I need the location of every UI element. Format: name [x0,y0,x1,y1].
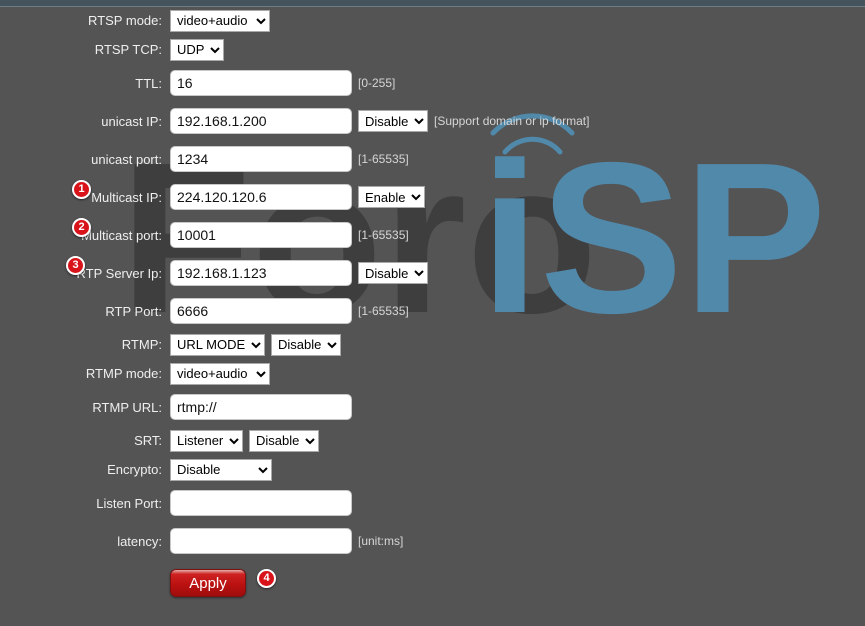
select-rtsp-tcp[interactable]: UDP [170,38,224,61]
select-rtsp-mode[interactable]: video+audio [170,9,270,32]
hint-unicast-ip: [Support domain or ip format] [434,114,590,128]
label-rtmp: RTMP: [121,337,162,352]
label-encrypto: Encrypto: [107,462,162,477]
label-rtp-server-ip: RTP Server Ip: [76,265,163,281]
stream-settings-form: RTSP mode: video+audio RTSP TCP: UDP TTL… [0,6,865,606]
label-unicast-port: unicast port: [91,151,162,167]
label-ttl: TTL: [135,75,162,91]
callout-marker-3: 3 [66,256,85,275]
row-apply: Apply [0,560,865,606]
label-rtsp-mode: RTSP mode: [88,13,162,28]
label-srt: SRT: [134,433,162,448]
select-unicast-ip-enable[interactable]: Disable [358,110,428,132]
select-srt-enable[interactable]: Disable [249,429,319,452]
label-rtsp-tcp: RTSP TCP: [94,42,162,57]
row-multicast-port: Multicast port: [1-65535] [0,216,865,254]
input-latency[interactable] [170,528,352,554]
row-latency: latency: [unit:ms] [0,522,865,560]
hint-ttl: [0-255] [358,76,396,90]
label-latency: latency: [117,533,162,549]
hint-multicast-port: [1-65535] [358,228,409,242]
select-rtmp-mode[interactable]: video+audio [170,362,270,385]
row-encrypto: Encrypto: Disable [0,455,865,484]
row-multicast-ip: Multicast IP: Enable [0,178,865,216]
input-multicast-port[interactable] [170,222,352,248]
select-srt-mode[interactable]: Listener [170,429,243,452]
top-accent-bar [0,0,865,7]
input-rtmp-url[interactable] [170,394,352,420]
row-rtmp-url: RTMP URL: [0,388,865,426]
row-rtmp: RTMP: URL MODE Disable [0,330,865,359]
input-rtp-server-ip[interactable] [170,260,352,286]
callout-marker-2: 2 [72,218,91,237]
hint-rtp-port: [1-65535] [358,304,409,318]
input-unicast-port[interactable] [170,146,352,172]
apply-button[interactable]: Apply [170,569,246,597]
select-rtmp-enable[interactable]: Disable [271,333,341,356]
row-srt: SRT: Listener Disable [0,426,865,455]
select-rtmp-url-mode[interactable]: URL MODE [170,333,265,356]
hint-unicast-port: [1-65535] [358,152,409,166]
row-ttl: TTL: [0-255] [0,64,865,102]
row-listen-port: Listen Port: [0,484,865,522]
row-unicast-port: unicast port: [1-65535] [0,140,865,178]
row-rtsp-mode: RTSP mode: video+audio [0,6,865,35]
row-rtp-port: RTP Port: [1-65535] [0,292,865,330]
input-ttl[interactable] [170,70,352,96]
hint-latency: [unit:ms] [358,534,404,548]
row-rtmp-mode: RTMP mode: video+audio [0,359,865,388]
label-unicast-ip: unicast IP: [101,113,162,129]
callout-marker-4: 4 [257,569,276,588]
row-rtsp-tcp: RTSP TCP: UDP [0,35,865,64]
select-encrypto[interactable]: Disable [170,458,272,481]
input-rtp-port[interactable] [170,298,352,324]
row-unicast-ip: unicast IP: Disable [Support domain or i… [0,102,865,140]
row-rtp-server-ip: RTP Server Ip: Disable [0,254,865,292]
input-unicast-ip[interactable] [170,108,352,134]
input-multicast-ip[interactable] [170,184,352,210]
label-rtmp-url: RTMP URL: [92,399,162,415]
label-listen-port: Listen Port: [96,495,162,511]
input-listen-port[interactable] [170,490,352,516]
label-rtp-port: RTP Port: [105,303,162,319]
select-multicast-ip-enable[interactable]: Enable [358,186,425,208]
callout-marker-1: 1 [72,180,91,199]
select-rtp-server-ip-enable[interactable]: Disable [358,262,428,284]
label-rtmp-mode: RTMP mode: [85,366,162,381]
